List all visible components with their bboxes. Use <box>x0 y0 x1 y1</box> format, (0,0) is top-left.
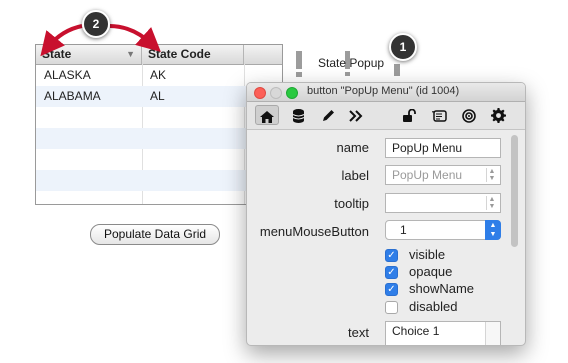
chevron-updown-icon: ▲ ▼ <box>485 220 501 240</box>
name-field[interactable]: PopUp Menu <box>385 138 501 158</box>
target-icon[interactable] <box>457 105 481 125</box>
script-icon[interactable] <box>427 105 451 125</box>
arrow-to-state-code-column <box>109 24 161 53</box>
opaque-checkbox[interactable]: ✓ <box>385 266 398 279</box>
property-inspector-window[interactable]: button "PopUp Menu" (id 1004) name PopUp… <box>246 82 526 346</box>
label-label: label <box>341 168 369 183</box>
name-label: name <box>336 140 369 155</box>
label-field[interactable]: PopUp Menu ▲ ▼ <box>385 165 501 185</box>
menumousebutton-value: 1 <box>400 223 407 237</box>
stepper-icon[interactable]: ▲ ▼ <box>486 196 497 210</box>
inspector-scrollbar[interactable] <box>511 135 518 247</box>
pencil-icon[interactable] <box>316 105 340 125</box>
minimize-button[interactable] <box>270 87 282 99</box>
disabled-checkbox[interactable] <box>385 301 398 314</box>
text-label: text <box>348 325 369 340</box>
double-chevron-icon[interactable] <box>344 105 368 125</box>
database-icon[interactable] <box>286 105 310 125</box>
visible-label: visible <box>409 247 446 262</box>
label-placeholder: PopUp Menu <box>392 168 463 182</box>
arrow-to-state-column <box>40 24 83 57</box>
showname-label: showName <box>409 281 475 296</box>
text-field-scrollbar[interactable] <box>485 322 500 345</box>
checkmark-icon: ✓ <box>387 284 396 295</box>
gear-icon[interactable] <box>486 105 510 125</box>
showname-checkbox[interactable]: ✓ <box>385 283 398 296</box>
lock-icon[interactable] <box>398 105 422 125</box>
opaque-label: opaque <box>409 264 453 279</box>
text-value: Choice 1 <box>392 324 440 338</box>
menumousebutton-label: menuMouseButton <box>259 224 369 239</box>
zoom-button[interactable] <box>286 87 298 99</box>
tooltip-label: tooltip <box>334 196 369 211</box>
disabled-label: disabled <box>409 299 458 314</box>
text-field[interactable]: Choice 1 <box>385 321 501 345</box>
tooltip-field[interactable]: ▲ ▼ <box>385 193 501 213</box>
checkmark-icon: ✓ <box>387 250 396 261</box>
home-icon[interactable] <box>255 105 279 125</box>
window-title: button "PopUp Menu" (id 1004) <box>307 85 460 97</box>
callout-badge-2: 2 <box>82 10 110 38</box>
inspector-toolbar <box>247 102 525 130</box>
stepper-icon[interactable]: ▲ ▼ <box>486 168 497 182</box>
callout-badge-1: 1 <box>389 33 417 61</box>
window-titlebar[interactable]: button "PopUp Menu" (id 1004) <box>247 83 525 102</box>
checkmark-icon: ✓ <box>387 267 396 278</box>
menumousebutton-select[interactable]: 1 ▲ ▼ <box>385 220 501 240</box>
visible-checkbox[interactable]: ✓ <box>385 249 398 262</box>
close-button[interactable] <box>254 87 266 99</box>
